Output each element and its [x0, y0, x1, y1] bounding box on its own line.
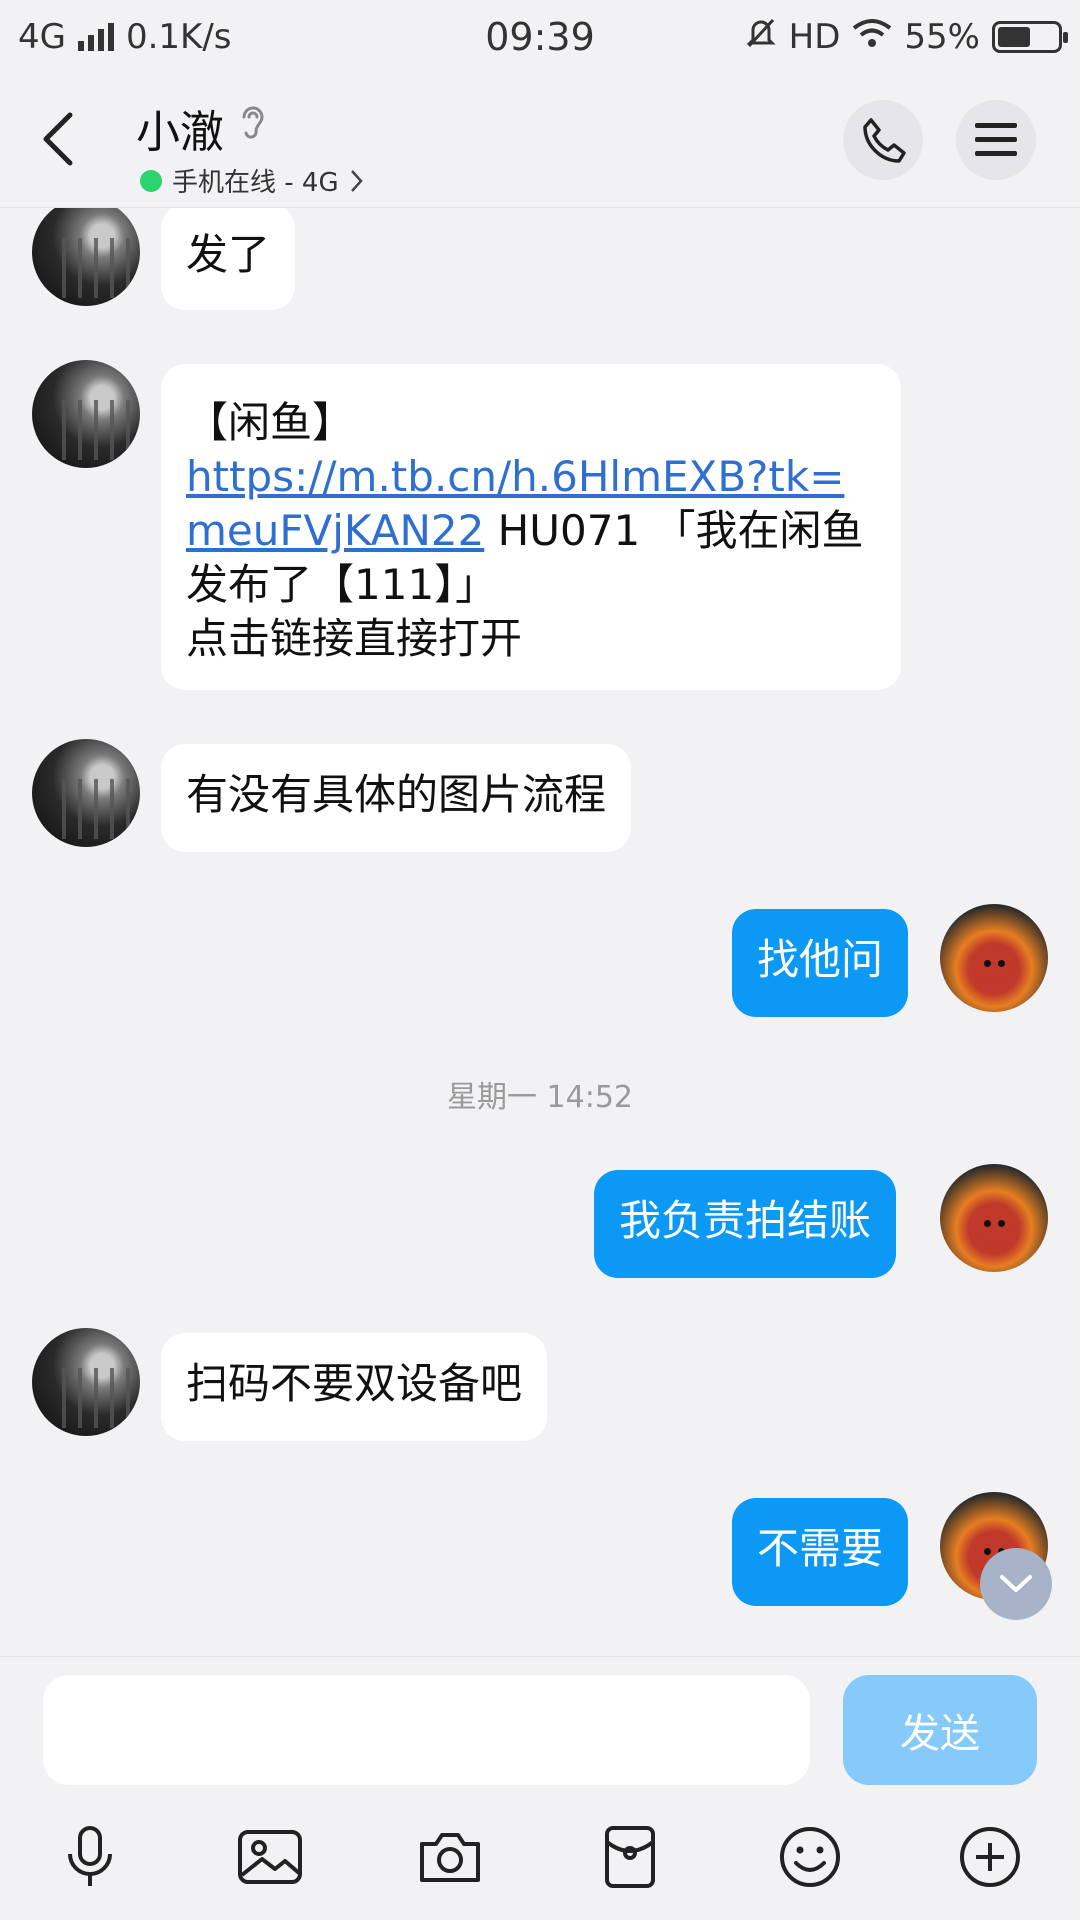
emoji-icon: [780, 1827, 840, 1887]
battery-percent: 55%: [904, 17, 980, 57]
chevron-down-icon: [1000, 1575, 1032, 1592]
signal-icon: [77, 23, 114, 51]
message-bubble-outgoing[interactable]: 找他问: [732, 909, 909, 1017]
battery-fill: [998, 27, 1030, 47]
more-button[interactable]: [950, 1817, 1030, 1897]
back-button[interactable]: [28, 104, 88, 174]
time-divider: 星期一 14:52: [447, 1080, 633, 1115]
message-bubble-outgoing[interactable]: 我负责拍结账: [594, 1170, 897, 1278]
status-left: 4G 0.1K/s: [18, 17, 232, 57]
message-bubble-incoming[interactable]: 有没有具体的图片流程: [161, 744, 632, 852]
message-text: 扫码不要双设备吧: [186, 1359, 523, 1408]
message-bubble-incoming[interactable]: 发了: [161, 208, 296, 310]
network-speed: 0.1K/s: [125, 17, 232, 57]
menu-button[interactable]: [956, 100, 1036, 180]
input-toolbar: [0, 1807, 1080, 1907]
message-text: 不需要: [757, 1524, 884, 1573]
network-type: 4G: [18, 17, 66, 57]
chat-header: 小澈 手机在线 - 4G: [0, 74, 1080, 208]
message-text: 我负责拍结账: [619, 1196, 872, 1245]
message-text: 找他问: [757, 935, 884, 984]
input-area: 发送: [0, 1656, 1080, 1920]
message-text: https://m.tb.cn/h.6HlmEXB?tk=meuFVjKAN22…: [186, 450, 876, 612]
scroll-to-bottom-button[interactable]: [980, 1548, 1052, 1620]
message-input[interactable]: [43, 1675, 810, 1785]
image-button[interactable]: [230, 1817, 310, 1897]
voice-button[interactable]: [50, 1817, 130, 1897]
online-dot-icon: [140, 169, 162, 192]
voice-call-button[interactable]: [843, 100, 923, 180]
my-avatar[interactable]: [940, 1164, 1048, 1272]
message-text: 点击链接直接打开: [186, 614, 523, 663]
microphone-icon: [68, 1826, 112, 1886]
red-packet-button[interactable]: [590, 1817, 670, 1897]
status-right: HD 55%: [745, 16, 1068, 59]
send-button[interactable]: 发送: [843, 1675, 1037, 1785]
online-status-text: 手机在线 - 4G: [172, 168, 339, 198]
chat-list[interactable]: 发了 【闲鱼】 https://m.tb.cn/h.6HlmEXB?tk=meu…: [0, 208, 1080, 1656]
camera-icon: [420, 1833, 480, 1882]
emoji-button[interactable]: [770, 1817, 850, 1897]
phone-icon: [863, 118, 906, 163]
message-bubble-incoming[interactable]: 扫码不要双设备吧: [161, 1333, 548, 1441]
ear-icon[interactable]: [238, 103, 268, 154]
friend-avatar[interactable]: [32, 360, 140, 468]
contact-title[interactable]: 小澈: [136, 96, 268, 160]
message-text: 【闲鱼】: [186, 398, 355, 447]
message-text: 发了: [186, 230, 271, 279]
message-bubble-incoming[interactable]: 【闲鱼】 https://m.tb.cn/h.6HlmEXB?tk=meuFVj…: [161, 364, 901, 690]
my-avatar[interactable]: [940, 904, 1048, 1012]
online-status[interactable]: 手机在线 - 4G: [140, 162, 365, 199]
wifi-icon: [852, 17, 892, 57]
contact-name: 小澈: [136, 107, 224, 158]
red-packet-icon: [605, 1826, 655, 1888]
message-bubble-outgoing[interactable]: 不需要: [732, 1498, 909, 1606]
image-icon: [238, 1830, 302, 1884]
friend-avatar[interactable]: [32, 208, 140, 306]
plus-icon: [960, 1827, 1020, 1887]
friend-avatar[interactable]: [32, 739, 140, 847]
status-bar: 4G 0.1K/s 09:39 HD 55%: [0, 0, 1080, 74]
camera-button[interactable]: [410, 1817, 490, 1897]
hamburger-menu-icon: [975, 123, 1017, 156]
battery-icon: [992, 21, 1068, 53]
chevron-left-icon: [43, 112, 73, 166]
friend-avatar[interactable]: [32, 1328, 140, 1436]
hd-label: HD: [788, 17, 841, 57]
chevron-right-icon: [350, 169, 363, 192]
mute-bell-icon: [745, 16, 777, 59]
message-text: 有没有具体的图片流程: [186, 770, 607, 819]
